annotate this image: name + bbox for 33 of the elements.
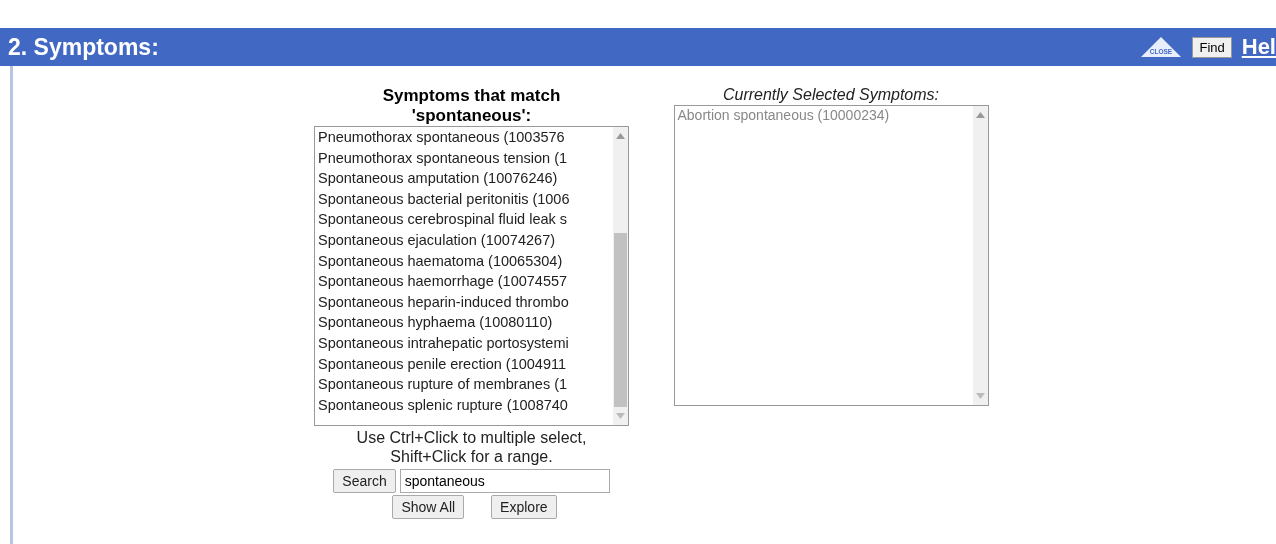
list-option[interactable]: Spontaneous splenic rupture (1008740 [315,394,612,416]
explore-button[interactable]: Explore [491,495,557,519]
list-option[interactable]: Spontaneous ejaculation (10074267) [315,229,612,251]
scroll-down-icon[interactable] [975,393,985,399]
list-option[interactable]: Pneumothorax spontaneous tension (1 [315,147,612,169]
list-option[interactable]: Spontaneous bacterial peritonitis (1006 [315,188,612,210]
list-option[interactable]: Pneumothorax spontaneous (1003576 [315,127,612,148]
list-option[interactable]: Spontaneous intrahepatic portosystemi [315,332,612,354]
search-field[interactable]: spontaneous [399,469,610,493]
list-option[interactable]: Spontaneous heparin-induced thrombo [315,291,612,313]
list-option[interactable]: Spontaneous amputation (10076246) [315,168,612,189]
matches-listbox[interactable] [314,126,629,426]
help-link[interactable]: Hel [1241,34,1276,60]
scroll-down-icon[interactable] [616,413,625,419]
list-option[interactable]: Spontaneous rupture of membranes (1 [315,374,612,395]
find-button[interactable]: Find [1192,36,1232,58]
matches-heading: Symptoms that match 'spontaneous': [382,86,561,126]
scroll-up-icon[interactable] [975,112,985,118]
search-button[interactable]: Search [333,469,396,493]
instruction-text: Use Ctrl+Click to multiple select, Shift+Click for a range. [356,428,587,466]
list-option[interactable]: Abortion spontaneous (10000234) [674,106,958,124]
list-option[interactable]: Spontaneous haematoma (10065304) [315,250,612,272]
scroll-up-icon[interactable] [616,133,625,139]
selected-listbox[interactable]: Abortion spontaneous (10000234) [673,105,989,406]
selected-heading: Currently Selected Symptoms: [722,85,940,105]
list-option[interactable]: Spontaneous haemorrhage (10074557 [315,271,612,292]
show-all-button[interactable]: Show All [392,495,465,519]
scrollbar-thumb[interactable] [614,233,627,407]
list-option[interactable]: Spontaneous penile erection (1004911 [315,353,612,375]
list-option[interactable]: Spontaneous cerebrospinal fluid leak s [315,209,612,230]
scrollbar[interactable] [972,106,988,405]
page-title: 2. Symptoms: [8,33,160,61]
list-option[interactable]: Spontaneous hyphaema (10080110) [315,312,612,333]
